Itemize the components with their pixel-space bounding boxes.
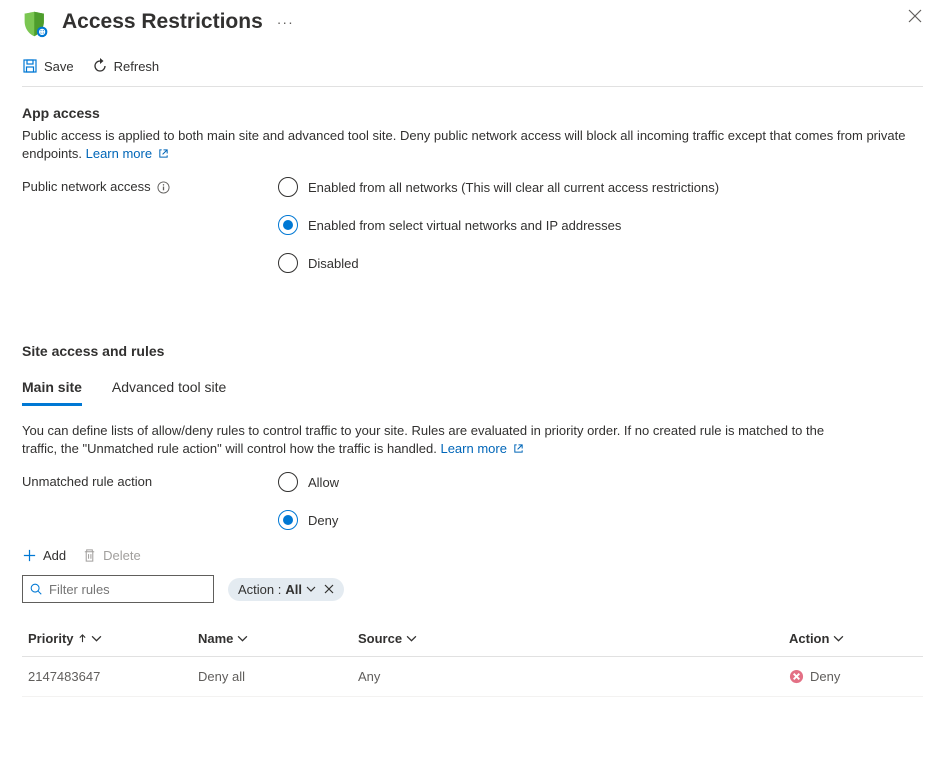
radio-enabled-select[interactable]: Enabled from select virtual networks and… xyxy=(278,215,719,235)
filter-input-wrap[interactable] xyxy=(22,575,214,603)
page-title: Access Restrictions xyxy=(62,10,263,34)
save-icon xyxy=(22,58,38,74)
deny-icon xyxy=(789,669,804,684)
filter-pill-action[interactable]: Action : All xyxy=(228,578,344,601)
chevron-down-icon xyxy=(237,633,248,644)
unmatched-rule-label: Unmatched rule action xyxy=(22,472,278,530)
learn-more-link-2[interactable]: Learn more xyxy=(440,441,523,456)
public-network-access-label: Public network access xyxy=(22,177,278,273)
command-bar: Save Refresh xyxy=(22,40,923,87)
radio-disabled[interactable]: Disabled xyxy=(278,253,719,273)
external-link-icon xyxy=(158,146,169,164)
chevron-down-icon xyxy=(306,584,316,594)
shield-icon xyxy=(22,10,50,38)
col-header-action[interactable]: Action xyxy=(783,621,923,657)
plus-icon xyxy=(22,548,37,563)
close-icon[interactable] xyxy=(907,8,923,24)
radio-icon xyxy=(278,472,298,492)
refresh-label: Refresh xyxy=(114,59,160,74)
rules-description: You can define lists of allow/deny rules… xyxy=(22,422,842,458)
table-row[interactable]: 2147483647 Deny all Any Deny xyxy=(22,657,923,697)
radio-icon xyxy=(278,215,298,235)
tab-advanced-tool-site[interactable]: Advanced tool site xyxy=(112,373,226,406)
col-header-source[interactable]: Source xyxy=(352,621,783,657)
cell-source: Any xyxy=(352,657,783,697)
unmatched-rule-radio-group: Allow Deny xyxy=(278,472,339,530)
col-header-name[interactable]: Name xyxy=(192,621,352,657)
filter-input[interactable] xyxy=(49,582,225,597)
rules-table: Priority Name Source xyxy=(22,621,923,697)
chevron-down-icon xyxy=(833,633,844,644)
blade-header: Access Restrictions ··· xyxy=(22,0,923,40)
radio-icon xyxy=(278,510,298,530)
site-access-heading: Site access and rules xyxy=(22,343,923,359)
tab-main-site[interactable]: Main site xyxy=(22,373,82,406)
radio-icon xyxy=(278,253,298,273)
radio-deny[interactable]: Deny xyxy=(278,510,339,530)
refresh-icon xyxy=(92,58,108,74)
filter-pill-clear[interactable] xyxy=(324,584,334,594)
info-icon[interactable] xyxy=(157,181,170,194)
delete-button[interactable]: Delete xyxy=(82,548,141,563)
radio-enabled-all[interactable]: Enabled from all networks (This will cle… xyxy=(278,177,719,197)
rule-toolbar: Add Delete xyxy=(22,530,923,575)
save-label: Save xyxy=(44,59,74,74)
cell-name: Deny all xyxy=(192,657,352,697)
cell-priority: 2147483647 xyxy=(22,657,192,697)
radio-icon xyxy=(278,177,298,197)
search-icon xyxy=(29,582,43,596)
add-button[interactable]: Add xyxy=(22,548,66,563)
save-button[interactable]: Save xyxy=(22,58,74,74)
close-icon xyxy=(324,584,334,594)
chevron-down-icon xyxy=(91,633,102,644)
learn-more-link[interactable]: Learn more xyxy=(86,146,169,161)
refresh-button[interactable]: Refresh xyxy=(92,58,160,74)
sort-asc-icon xyxy=(78,634,87,643)
app-access-description: Public access is applied to both main si… xyxy=(22,127,923,163)
cell-action: Deny xyxy=(783,657,923,697)
public-access-radio-group: Enabled from all networks (This will cle… xyxy=(278,177,719,273)
filter-bar: Action : All xyxy=(22,575,923,603)
trash-icon xyxy=(82,548,97,563)
external-link-icon xyxy=(513,441,524,459)
col-header-priority[interactable]: Priority xyxy=(22,621,192,657)
app-access-heading: App access xyxy=(22,105,923,121)
site-tabs: Main site Advanced tool site xyxy=(22,373,923,406)
chevron-down-icon xyxy=(406,633,417,644)
radio-allow[interactable]: Allow xyxy=(278,472,339,492)
more-button[interactable]: ··· xyxy=(277,14,294,30)
